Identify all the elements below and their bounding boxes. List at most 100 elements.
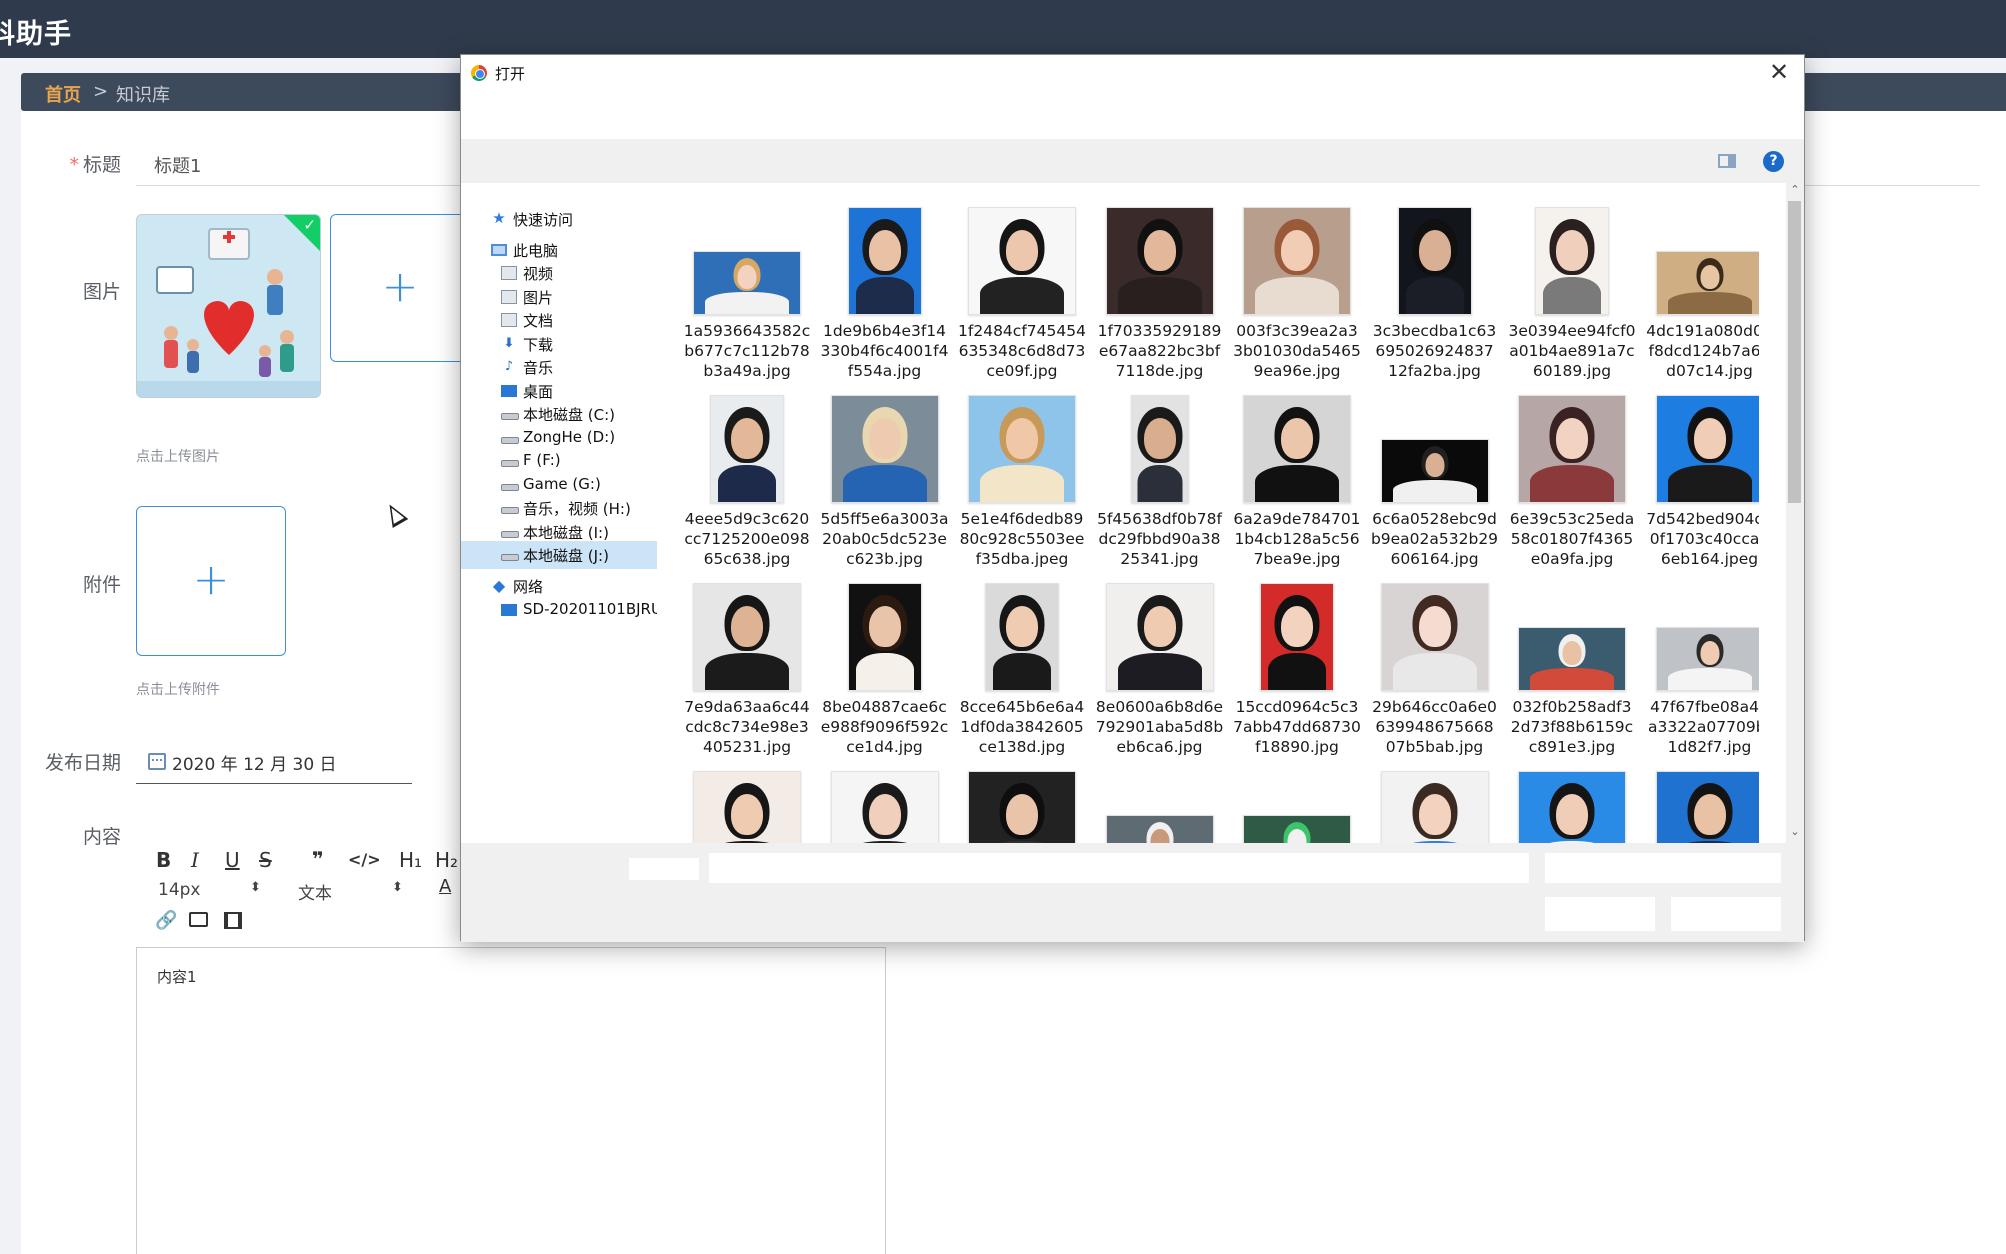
file-thumbnail [1096,579,1224,691]
file-item[interactable]: 1f2484cf745454635348c6d8d73ce09f.jpg [958,203,1086,391]
file-thumbnail [1371,391,1499,503]
heading2-button[interactable]: H₂ [435,848,458,872]
nav-item[interactable]: 本地磁盘 (J:) [461,541,657,569]
editor-content-area[interactable]: 内容1 [136,947,886,1254]
file-name-input[interactable] [709,853,1529,883]
file-item[interactable]: 29b646cc0a6e0639948675668 07b5bab.jpg [1371,579,1499,767]
font-color-button[interactable]: A [439,876,451,897]
file-item[interactable]: 6c6a0528ebc9db9ea02a532b29606164.jpg [1371,391,1499,579]
file-item[interactable] [1233,767,1361,843]
scroll-up-icon[interactable]: ⌃ [1786,183,1804,199]
file-item[interactable]: 8cce645b6e6a41df0da3842605ce138d.jpg [958,579,1086,767]
photo-figure-face [1556,230,1588,271]
file-item[interactable]: 5e1e4f6dedb8980c928c5503eef35dba.jpeg [958,391,1086,579]
photo-image [693,771,801,843]
italic-button[interactable]: I [191,848,199,872]
file-item[interactable]: 5f45638df0b78fdc29fbbd90a3825341.jpg [1096,391,1224,579]
file-name: 7e9da63aa6c44cdc8c734e98e3405231.jpg [684,698,810,756]
publish-date-picker[interactable]: 2020 年 12 月 30 日 [136,740,412,784]
image-icon[interactable] [189,912,208,927]
file-name: 7d542bed904c80f1703c40cca86eb164.jpeg [1646,510,1759,568]
file-item[interactable]: 1de9b6b4e3f14330b4f6c4001f4f554a.jpg [821,203,949,391]
file-thumbnail [1646,391,1759,503]
photo-image [1105,815,1214,843]
file-item[interactable]: 3e0394ee94fcf0a01b4ae891a7c60189.jpg [1508,203,1636,391]
image-upload-button[interactable]: + [330,214,470,362]
close-button[interactable]: ✕ [1764,58,1794,86]
text-style-select[interactable]: 文本 [298,879,332,904]
nav-item-label: 本地磁盘 (J:) [523,547,609,565]
file-item[interactable]: 4dc191a080d06f8dcd124b7a67d07c14.jpg [1646,203,1759,391]
file-name: 15ccd0964c5c37abb47dd68730f18890.jpg [1233,698,1361,756]
file-thumbnail [1233,579,1361,691]
file-thumbnail [821,391,949,503]
file-thumbnail [683,579,811,691]
file-name: 1f70335929189e67aa822bc3bf7118de.jpg [1097,322,1222,380]
link-icon[interactable]: 🔗 [155,910,177,931]
file-item[interactable]: 1f70335929189e67aa822bc3bf7118de.jpg [1096,203,1224,391]
photo-figure-face [868,418,901,459]
scrollbar-thumb[interactable] [1788,201,1801,503]
open-button[interactable] [1545,897,1655,931]
file-item[interactable]: 032f0b258adf32d73f88b6159cc891e3.jpg [1508,579,1636,767]
photo-figure-body [1392,653,1477,690]
file-item[interactable]: 8e0600a6b8d6e792901aba5d8beb6ca6.jpg [1096,579,1224,767]
navigation-pane: ★ 快速访问 此电脑 视频 图片 文档 ⬇ 下载 ♪ 音乐 桌面 本地磁盘 (C:) ZongHe (D… [461,183,657,843]
photo-image [1518,395,1626,503]
plus-icon: + [381,261,419,313]
file-item[interactable] [821,767,949,843]
underline-button[interactable]: U [225,848,240,872]
photo-figure-body [1667,465,1752,502]
file-item[interactable]: 15ccd0964c5c37abb47dd68730f18890.jpg [1233,579,1361,767]
file-item[interactable] [958,767,1086,843]
file-item[interactable] [1096,767,1224,843]
file-item[interactable]: 6e39c53c25eda58c01807f4365e0a9fa.jpg [1508,391,1636,579]
nav-item-label: 快速访问 [513,211,574,229]
file-item[interactable] [1371,767,1499,843]
file-item[interactable]: 3c3becdba1c63695026924837 12fa2ba.jpg [1371,203,1499,391]
file-item[interactable]: 7d542bed904c80f1703c40cca86eb164.jpeg [1646,391,1759,579]
blockquote-button[interactable]: ❞ [312,847,324,871]
file-item[interactable]: 1a5936643582cb677c7c112b78b3a49a.jpg [683,203,811,391]
attachment-upload-button[interactable]: + [136,506,286,656]
photo-image [847,583,922,691]
drive-icon [501,437,519,444]
photo-figure-face [1700,641,1719,665]
file-item[interactable]: 003f3c39ea2a33b01030da54659ea96e.jpg [1233,203,1361,391]
uploaded-image-thumbnail[interactable]: ✓ [136,214,321,398]
drive-icon [501,460,519,467]
file-item[interactable]: 47f67fbe08a43a3322a07709bf1d82f7.jpg [1646,579,1759,767]
photo-figure-face [1556,418,1588,459]
video-icon[interactable] [224,912,242,929]
photo-figure-face [1693,794,1726,835]
dialog-titlebar[interactable]: 打开 ✕ [461,55,1804,87]
nav-item[interactable]: SD-20201101BJRU [461,596,657,624]
font-size-select[interactable]: 14px [158,880,200,900]
breadcrumb-home-link[interactable]: 首页 [45,81,81,107]
code-button[interactable]: </> [348,850,381,869]
help-icon[interactable]: ? [1763,151,1784,172]
file-name: 8be04887cae6ce988f9096f592cce1d4.jpg [820,698,949,756]
photo-image [968,207,1076,315]
strikethrough-button[interactable]: S [259,848,272,872]
file-thumbnail [1096,767,1224,843]
file-item[interactable]: 8be04887cae6ce988f9096f592cce1d4.jpg [821,579,949,767]
file-item[interactable]: 4eee5d9c3c620cc7125200e09865c638.jpg [683,391,811,579]
drive-icon [501,507,519,514]
file-item[interactable]: 7e9da63aa6c44cdc8c734e98e3405231.jpg [683,579,811,767]
file-item[interactable]: 5d5ff5e6a3003a20ab0c5dc523ec623b.jpg [821,391,949,579]
scroll-down-icon[interactable]: ⌄ [1786,825,1804,841]
file-name: 032f0b258adf32d73f88b6159cc891e3.jpg [1510,698,1634,756]
file-item[interactable] [1646,767,1759,843]
vertical-scrollbar[interactable]: ⌃ ⌄ [1786,183,1804,843]
file-item[interactable]: 6a2a9de7847011b4cb128a5c567bea9e.jpg [1233,391,1361,579]
heading1-button[interactable]: H₁ [399,848,422,872]
music-folder-icon: ♪ [504,359,514,374]
preview-pane-icon[interactable] [1718,154,1736,168]
file-item[interactable] [1508,767,1636,843]
file-item[interactable] [683,767,811,843]
file-type-select[interactable] [1545,853,1781,883]
bold-button[interactable]: B [156,848,171,872]
cancel-button[interactable] [1671,897,1781,931]
nav-item[interactable]: ★ 快速访问 [461,205,657,233]
